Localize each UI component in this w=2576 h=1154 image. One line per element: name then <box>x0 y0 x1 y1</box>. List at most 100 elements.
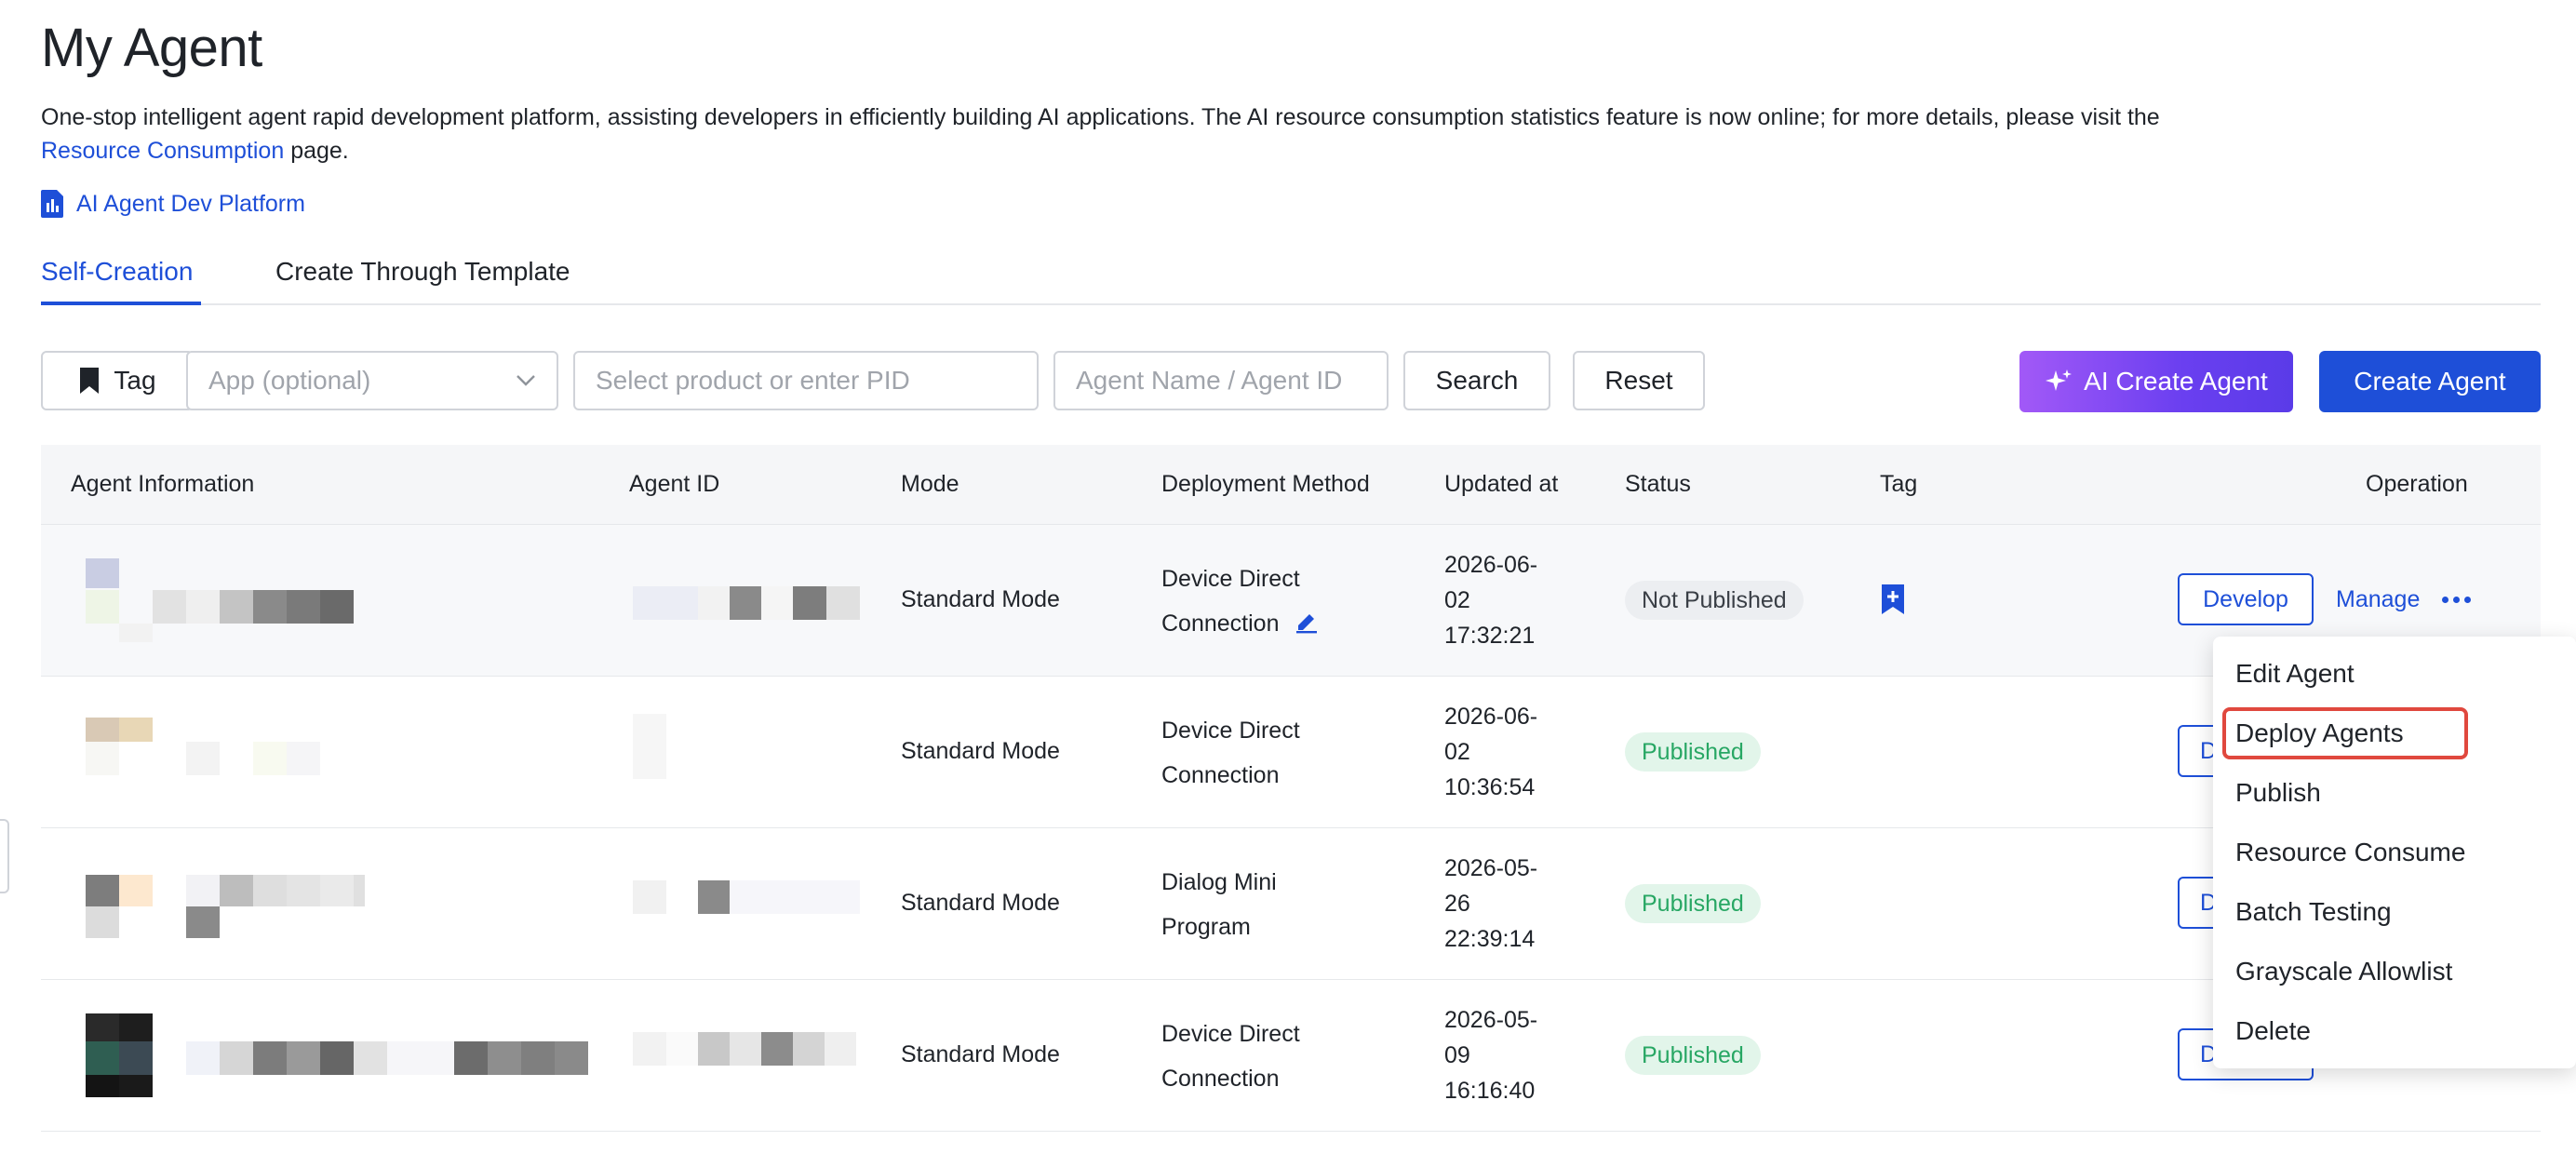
table-row: Standard Mode Dialog Mini Program 2026-0… <box>41 828 2541 980</box>
date-line-1: 2026-05- <box>1444 1007 1538 1033</box>
create-agent-button[interactable]: Create Agent <box>2319 351 2541 412</box>
tag-filter-button[interactable]: Tag <box>41 351 194 410</box>
menu-item-batch-testing[interactable]: Batch Testing <box>2235 897 2392 927</box>
tab-create-through-template[interactable]: Create Through Template <box>275 257 570 287</box>
deployment-cell: Device Direct Connection <box>1161 708 1300 798</box>
app-select[interactable]: App (optional) <box>186 351 558 410</box>
status-badge: Not Published <box>1625 581 1804 620</box>
bookmark-icon <box>80 368 100 394</box>
description-tail: page. <box>284 138 349 164</box>
active-tab-indicator <box>41 302 201 305</box>
header-agent-information: Agent Information <box>71 471 255 497</box>
menu-item-grayscale-allowlist[interactable]: Grayscale Allowlist <box>2235 957 2452 986</box>
header-tag: Tag <box>1880 471 1918 497</box>
agent-avatar-blurred <box>86 558 365 642</box>
deployment-cell: Device Direct Connection <box>1161 1012 1300 1101</box>
sparkle-icon <box>2046 369 2073 391</box>
header-deployment-method: Deployment Method <box>1161 471 1370 497</box>
mode-cell: Standard Mode <box>901 1041 1060 1067</box>
date-line-2: 09 <box>1444 1042 1470 1068</box>
develop-button[interactable]: Develop <box>2178 573 2314 625</box>
status-badge: Published <box>1625 732 1761 772</box>
product-pid-input[interactable]: Select product or enter PID <box>573 351 1039 410</box>
more-options-menu: Edit Agent Deploy Agents Publish Resourc… <box>2213 637 2576 1068</box>
status-badge: Published <box>1625 884 1761 923</box>
updated-at-cell: 2026-05- 26 22:39:14 <box>1444 851 1537 957</box>
ai-create-agent-label: AI Create Agent <box>2084 367 2268 396</box>
agent-id-blurred <box>633 577 865 655</box>
resource-consumption-link[interactable]: Resource Consumption <box>41 138 284 164</box>
date-line-3: 16:16:40 <box>1444 1078 1536 1104</box>
updated-at-cell: 2026-06- 02 17:32:21 <box>1444 547 1537 653</box>
date-line-2: 02 <box>1444 739 1470 765</box>
filter-bar: Tag App (optional) Select product or ent… <box>0 351 2576 412</box>
edit-pencil-icon[interactable] <box>1295 610 1319 634</box>
name-input-placeholder: Agent Name / Agent ID <box>1076 366 1343 395</box>
menu-item-publish[interactable]: Publish <box>2235 778 2321 808</box>
date-line-1: 2026-06- <box>1444 552 1538 578</box>
page-description: One-stop intelligent agent rapid develop… <box>41 101 2321 168</box>
ai-create-agent-button[interactable]: AI Create Agent <box>2019 351 2293 412</box>
agent-avatar-blurred <box>86 1013 607 1097</box>
deployment-cell: Dialog Mini Program <box>1161 860 1277 949</box>
reset-button[interactable]: Reset <box>1573 351 1705 410</box>
updated-at-cell: 2026-06- 02 10:36:54 <box>1444 699 1537 805</box>
deployment-line-1: Device Direct <box>1161 1021 1300 1047</box>
table-row: Standard Mode Device Direct Connection 2… <box>41 980 2541 1132</box>
header-operation: Operation <box>2366 471 2468 497</box>
date-line-3: 10:36:54 <box>1444 774 1536 800</box>
menu-item-edit-agent[interactable]: Edit Agent <box>2235 659 2355 689</box>
date-line-2: 02 <box>1444 587 1470 613</box>
table-header: Agent Information Agent ID Mode Deployme… <box>41 445 2541 525</box>
menu-item-resource-consume[interactable]: Resource Consume <box>2235 838 2465 867</box>
agent-avatar-blurred <box>86 718 365 786</box>
page-title: My Agent <box>41 18 262 78</box>
tab-self-creation[interactable]: Self-Creation <box>41 257 193 287</box>
menu-item-delete[interactable]: Delete <box>2235 1016 2311 1046</box>
chevron-down-icon <box>517 375 535 386</box>
add-tag-icon[interactable] <box>1880 584 1906 614</box>
agent-avatar-blurred <box>86 875 365 944</box>
agent-id-blurred <box>633 880 865 918</box>
status-badge: Published <box>1625 1036 1761 1075</box>
tab-self-creation-label: Self-Creation <box>41 257 194 286</box>
app-select-placeholder: App (optional) <box>208 366 371 395</box>
platform-link-label: AI Agent Dev Platform <box>76 190 305 217</box>
side-panel-handle[interactable] <box>0 819 9 893</box>
agent-name-id-input[interactable]: Agent Name / Agent ID <box>1053 351 1389 410</box>
date-line-3: 22:39:14 <box>1444 926 1536 952</box>
mode-cell: Standard Mode <box>901 586 1060 612</box>
search-button[interactable]: Search <box>1403 351 1550 410</box>
agent-id-blurred <box>633 714 689 779</box>
header-mode: Mode <box>901 471 959 497</box>
deployment-cell: Device Direct Connection <box>1161 557 1319 646</box>
pid-input-placeholder: Select product or enter PID <box>596 366 910 395</box>
deployment-line-2: Connection <box>1161 762 1280 788</box>
date-line-3: 17:32:21 <box>1444 623 1536 649</box>
updated-at-cell: 2026-05- 09 16:16:40 <box>1444 1002 1537 1108</box>
tab-template-label: Create Through Template <box>275 257 570 286</box>
header-agent-id: Agent ID <box>629 471 720 497</box>
deployment-line-2: Program <box>1161 914 1251 940</box>
manage-link[interactable]: Manage <box>2336 586 2420 613</box>
deployment-line-2: Connection <box>1161 611 1280 637</box>
deployment-line-1: Dialog Mini <box>1161 869 1277 895</box>
deployment-line-2: Connection <box>1161 1066 1280 1092</box>
more-options-icon[interactable] <box>2442 597 2471 603</box>
header-status: Status <box>1625 471 1691 497</box>
agent-id-blurred <box>633 1032 865 1069</box>
table-row: Standard Mode Device Direct Connection 2… <box>41 525 2541 677</box>
table-row: Standard Mode Device Direct Connection 2… <box>41 677 2541 828</box>
date-line-2: 26 <box>1444 891 1470 917</box>
date-line-1: 2026-05- <box>1444 855 1538 881</box>
menu-item-deploy-agents[interactable]: Deploy Agents <box>2235 718 2404 748</box>
document-chart-icon <box>41 190 63 218</box>
header-updated-at: Updated at <box>1444 471 1559 497</box>
deployment-line-1: Device Direct <box>1161 718 1300 744</box>
description-text: One-stop intelligent agent rapid develop… <box>41 104 2160 130</box>
tag-filter-label: Tag <box>114 366 156 395</box>
ai-agent-dev-platform-link[interactable]: AI Agent Dev Platform <box>41 190 305 218</box>
date-line-1: 2026-06- <box>1444 704 1538 730</box>
agents-table: Agent Information Agent ID Mode Deployme… <box>41 445 2541 1132</box>
mode-cell: Standard Mode <box>901 738 1060 764</box>
